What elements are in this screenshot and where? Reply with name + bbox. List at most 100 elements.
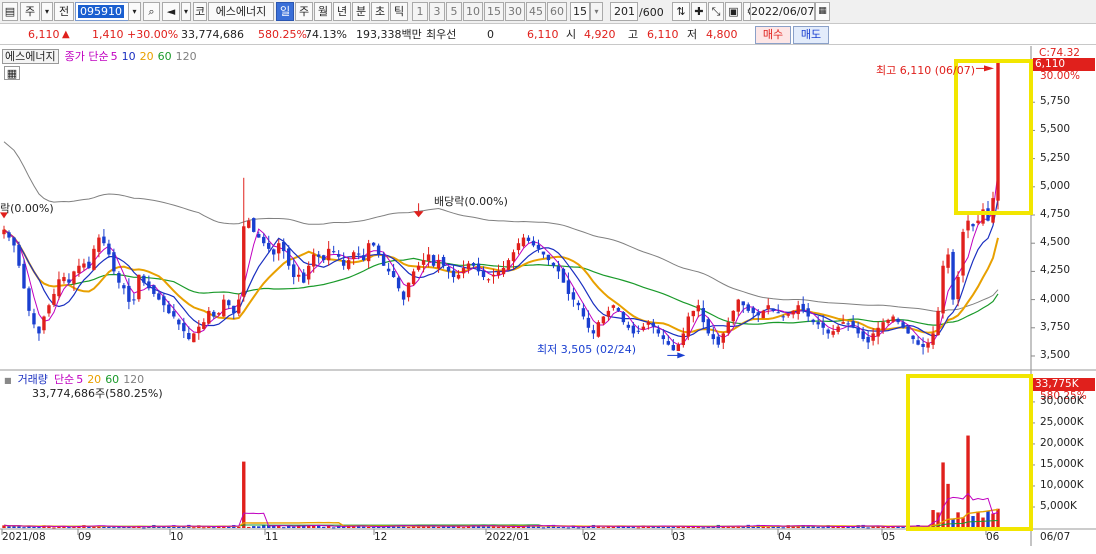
- candle-body: [721, 333, 725, 343]
- date-input[interactable]: 2022/06/07: [750, 2, 815, 21]
- candle-body: [162, 296, 166, 306]
- candle-body: [966, 220, 970, 231]
- calendar-icon[interactable]: ▦: [815, 2, 830, 21]
- indicator-icon[interactable]: ⇅: [672, 2, 690, 21]
- volume-bar: [816, 526, 820, 528]
- count-input[interactable]: 201: [610, 2, 638, 21]
- volume-bar: [22, 527, 26, 529]
- period-button[interactable]: 초: [371, 2, 389, 21]
- minute-button[interactable]: 15: [484, 2, 504, 21]
- minute-button[interactable]: 10: [463, 2, 483, 21]
- period-button[interactable]: 틱: [390, 2, 408, 21]
- volume-bar: [841, 526, 845, 528]
- minute-button[interactable]: 30: [505, 2, 525, 21]
- candle-body: [781, 316, 785, 318]
- time-axis-label: 04: [778, 531, 792, 543]
- volume-bar: [506, 526, 511, 528]
- candle-body: [576, 302, 581, 306]
- candle-body: [896, 318, 900, 323]
- minute-button[interactable]: 45: [526, 2, 546, 21]
- candle-body: [456, 274, 461, 279]
- toolbar: ▤ 주 ▾ 전 095910 ▾ ⌕ ◄ ▾ 코 에스에너지 일주월년분초틱 1…: [0, 0, 1096, 24]
- candle-body: [42, 316, 46, 331]
- candle-body: [611, 305, 616, 308]
- candle-body: [946, 254, 950, 268]
- code-dropdown-icon[interactable]: ▾: [128, 2, 141, 21]
- candle-body: [346, 260, 351, 269]
- candle-body: [301, 272, 306, 283]
- grid-icon[interactable]: ▦: [4, 66, 20, 80]
- period-button[interactable]: 주: [295, 2, 313, 21]
- candle-body: [786, 314, 790, 316]
- candle-body: [182, 323, 186, 332]
- candle-body: [586, 317, 591, 328]
- zoom-icon[interactable]: ⤡: [708, 2, 724, 21]
- period-type-select[interactable]: 전: [54, 2, 74, 21]
- search-icon[interactable]: ⌕: [143, 2, 160, 21]
- candle-body: [976, 220, 980, 224]
- speaker-dropdown-icon[interactable]: ▾: [181, 2, 191, 21]
- candle-body: [12, 237, 16, 246]
- percent-tag: 30.00%: [1040, 70, 1081, 82]
- volume-marker-icon: ■: [4, 376, 12, 385]
- candle-body: [646, 322, 651, 325]
- minute-button[interactable]: 60: [547, 2, 567, 21]
- minute-button[interactable]: 5: [446, 2, 462, 21]
- candle-body: [916, 340, 920, 345]
- price-legend-name[interactable]: 에스에너지: [2, 49, 59, 64]
- volume-bar: [806, 526, 810, 528]
- candle-body: [806, 308, 810, 317]
- open-price: 4,920: [584, 28, 616, 41]
- candle-body: [601, 316, 606, 324]
- time-axis-label: 05: [882, 531, 896, 543]
- period-button[interactable]: 일: [276, 2, 294, 21]
- volume-ratio: 580.25%: [258, 28, 307, 41]
- candle-body: [531, 240, 536, 246]
- candle-body: [2, 229, 6, 235]
- candle-body: [77, 265, 81, 274]
- interval-dropdown-icon[interactable]: ▾: [590, 2, 603, 21]
- candle-body: [736, 299, 740, 312]
- volume-bar: [566, 527, 571, 529]
- market-select[interactable]: 주: [20, 2, 40, 21]
- period-button[interactable]: 분: [352, 2, 370, 21]
- candle-body: [351, 252, 356, 260]
- period-button[interactable]: 년: [333, 2, 351, 21]
- candle-body: [856, 327, 860, 334]
- minute-button[interactable]: 1: [412, 2, 428, 21]
- volume-bar: [576, 527, 581, 529]
- candle-body: [476, 263, 481, 272]
- candle-body: [52, 293, 56, 305]
- change-percent: +30.00%: [127, 28, 179, 41]
- period-button[interactable]: 월: [314, 2, 332, 21]
- menu-icon[interactable]: ▤: [2, 2, 18, 21]
- turnover-rate: 74.13%: [305, 28, 347, 41]
- candle-body: [37, 326, 41, 334]
- volume-bar: [941, 462, 945, 528]
- interval-value[interactable]: 15: [570, 2, 590, 21]
- speaker-icon[interactable]: ◄: [162, 2, 180, 21]
- candle-body: [696, 305, 701, 312]
- candle-body: [621, 312, 626, 323]
- low-label: 저: [687, 28, 698, 41]
- price-change: 1,410: [92, 28, 124, 41]
- stock-name[interactable]: 에스에너지: [208, 2, 274, 21]
- candle-body: [217, 313, 221, 315]
- candle-body: [391, 271, 396, 278]
- minute-button[interactable]: 3: [429, 2, 445, 21]
- buy-button[interactable]: 매수: [755, 26, 791, 44]
- volume-bar: [561, 527, 566, 529]
- candle-body: [227, 300, 231, 306]
- volume-bar: [331, 527, 336, 529]
- crosshair-icon[interactable]: ✚: [691, 2, 707, 21]
- sell-button[interactable]: 매도: [793, 26, 829, 44]
- candle-body: [771, 308, 775, 311]
- candle-body: [62, 277, 66, 282]
- save-icon[interactable]: ▣: [725, 2, 742, 21]
- chart-canvas[interactable]: [0, 46, 1096, 554]
- market-dropdown-icon[interactable]: ▾: [41, 2, 53, 21]
- candle-body: [951, 251, 955, 300]
- candle-body: [516, 243, 521, 251]
- candle-body: [606, 310, 611, 317]
- candle-body: [926, 342, 930, 348]
